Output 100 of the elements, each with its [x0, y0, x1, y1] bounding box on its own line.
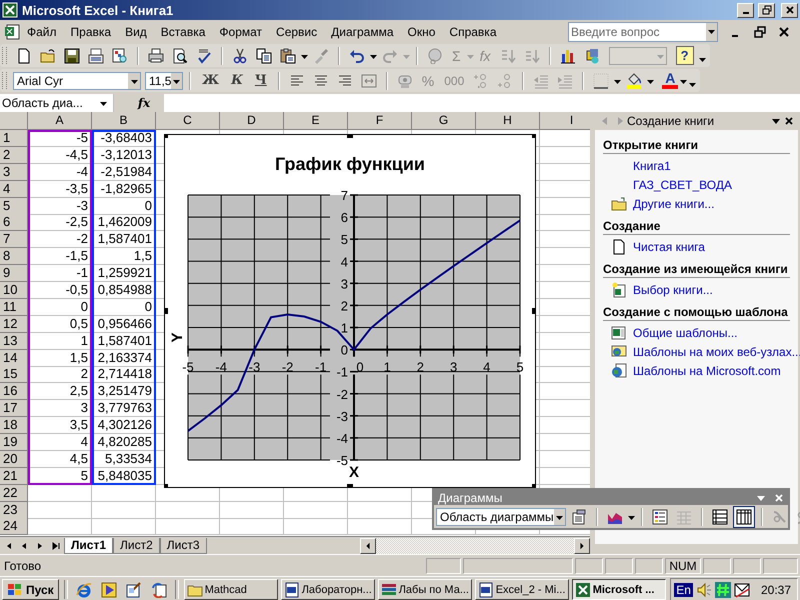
minimize-button[interactable] — [737, 2, 754, 18]
sheet-tab[interactable]: Лист2 — [113, 538, 160, 554]
scroll-right-icon[interactable] — [578, 542, 586, 550]
column-header[interactable]: G — [412, 112, 476, 130]
selection-handle[interactable] — [347, 484, 353, 488]
selection-handle[interactable] — [532, 308, 536, 314]
selection-handle[interactable] — [532, 134, 536, 138]
start-button[interactable]: Пуск — [2, 579, 59, 600]
menu-item[interactable]: Файл — [20, 22, 64, 40]
row-header[interactable]: 21 — [0, 468, 28, 485]
row-header[interactable]: 23 — [0, 502, 28, 519]
taskbar-button[interactable]: Лабораторн... — [280, 579, 375, 600]
close-icon[interactable] — [784, 116, 794, 126]
row-header[interactable]: 5 — [0, 198, 28, 215]
task-link[interactable]: Книга1 — [633, 158, 671, 172]
chart-area[interactable]: График функции -5 -4 -3 -2 -1 0 1 2 3 4 5 -5 -4 -3 -2 -1 0 1 2 3 4 5 6 7 X Y — [164, 134, 536, 488]
row-header[interactable]: 1 — [0, 130, 28, 147]
taskbar-button[interactable]: Лабы по Ма... — [378, 579, 472, 600]
row-header[interactable]: 6 — [0, 214, 28, 232]
task-link[interactable]: Выбор книги... — [633, 282, 713, 296]
scroll-left-icon[interactable] — [364, 542, 372, 550]
table-cell — [28, 502, 92, 519]
font-color-button[interactable]: A — [662, 72, 678, 89]
horizontal-scrollbar[interactable] — [360, 538, 590, 554]
menu-item[interactable]: Вид — [118, 22, 154, 40]
row-header[interactable]: 7 — [0, 231, 28, 248]
menu-item[interactable]: Правка — [64, 22, 118, 40]
column-header[interactable]: F — [348, 112, 412, 130]
row-header[interactable]: 14 — [0, 350, 28, 367]
selection-handle[interactable] — [347, 134, 353, 138]
taskbar-button[interactable]: Microsoft ... — [572, 579, 666, 600]
axis-tick-label: -3 — [336, 408, 348, 424]
row-header[interactable]: 13 — [0, 332, 28, 350]
task-link[interactable]: ГАЗ_СВЕТ_ВОДА — [633, 178, 732, 192]
task-link[interactable]: Другие книги... — [633, 196, 714, 210]
help-button[interactable]: ? — [676, 46, 694, 65]
column-header[interactable]: H — [476, 112, 540, 130]
restore-icon[interactable] — [754, 26, 766, 38]
insert-function-button[interactable]: fx — [124, 96, 164, 110]
chart-object-field[interactable]: Область диаграммы — [436, 508, 566, 526]
row-header[interactable]: 19 — [0, 434, 28, 452]
row-header[interactable]: 24 — [0, 518, 28, 536]
help-search-field[interactable]: Введите вопрос — [568, 22, 718, 42]
workbook-icon[interactable] — [4, 24, 20, 40]
row-header[interactable]: 8 — [0, 248, 28, 266]
speaker-icon[interactable] — [696, 582, 712, 598]
sheet-tab[interactable]: Лист3 — [160, 538, 207, 554]
font-size-field[interactable]: 11,5 — [145, 72, 183, 90]
selection-handle[interactable] — [164, 134, 168, 138]
column-header[interactable]: A — [28, 112, 92, 130]
task-link[interactable]: Шаблоны на Microsoft.com — [633, 364, 781, 378]
sheet-tab[interactable]: Лист1 — [64, 538, 114, 554]
row-header[interactable]: 17 — [0, 400, 28, 418]
task-link[interactable]: Чистая книга — [633, 240, 705, 254]
row-header[interactable]: 2 — [0, 146, 28, 164]
axis-tick-label: -2 — [336, 386, 348, 402]
row-header[interactable]: 20 — [0, 450, 28, 468]
by-columns-button[interactable] — [733, 506, 755, 528]
menu-item[interactable]: Сервис — [269, 22, 324, 40]
row-header[interactable]: 4 — [0, 180, 28, 198]
column-header[interactable]: C — [156, 112, 220, 130]
table-cell — [284, 518, 348, 536]
task-link[interactable]: Общие шаблоны... — [633, 326, 738, 340]
language-indicator[interactable]: En — [674, 582, 693, 596]
row-header[interactable]: 16 — [0, 383, 28, 400]
row-header[interactable]: 11 — [0, 298, 28, 316]
menu-item[interactable]: Формат — [212, 22, 270, 40]
dropdown-arrow-icon[interactable] — [771, 116, 781, 126]
row-header[interactable]: 22 — [0, 484, 28, 502]
row-header[interactable]: 9 — [0, 265, 28, 282]
close-button[interactable] — [781, 2, 798, 18]
row-header[interactable]: 10 — [0, 282, 28, 300]
formula-field[interactable] — [164, 94, 800, 112]
zoom-field[interactable] — [608, 46, 667, 64]
font-field[interactable]: Arial Cyr — [13, 72, 141, 90]
envelope-icon[interactable] — [734, 582, 750, 598]
text-style-button[interactable]: Ч — [250, 73, 272, 88]
menu-item[interactable]: Диаграмма — [324, 22, 401, 40]
column-header[interactable]: E — [284, 112, 348, 130]
column-header[interactable]: B — [92, 112, 156, 130]
menu-item[interactable]: Окно — [400, 22, 442, 40]
row-header[interactable]: 15 — [0, 366, 28, 384]
menu-item[interactable]: Вставка — [154, 22, 212, 40]
close-icon[interactable] — [778, 26, 790, 38]
row-header[interactable]: 3 — [0, 164, 28, 181]
axis-tick-label: -3 — [248, 360, 260, 375]
axis-tick-label: 6 — [340, 210, 348, 226]
restore-button[interactable] — [758, 2, 775, 18]
selection-handle[interactable] — [164, 308, 168, 314]
column-header[interactable]: D — [220, 112, 284, 130]
row-header[interactable]: 18 — [0, 417, 28, 434]
text-style-button[interactable]: Ж — [197, 73, 224, 88]
selection-handle[interactable] — [164, 484, 168, 488]
text-style-button[interactable]: К — [226, 73, 248, 88]
row-header[interactable]: 12 — [0, 316, 28, 333]
menu-item[interactable]: Справка — [442, 22, 504, 40]
table-cell — [92, 502, 156, 519]
name-box[interactable]: Область диа... — [0, 94, 114, 112]
taskbar-button[interactable]: Excel_2 - Mi... — [474, 579, 569, 600]
taskbar-button[interactable]: Mathcad — [184, 579, 278, 600]
